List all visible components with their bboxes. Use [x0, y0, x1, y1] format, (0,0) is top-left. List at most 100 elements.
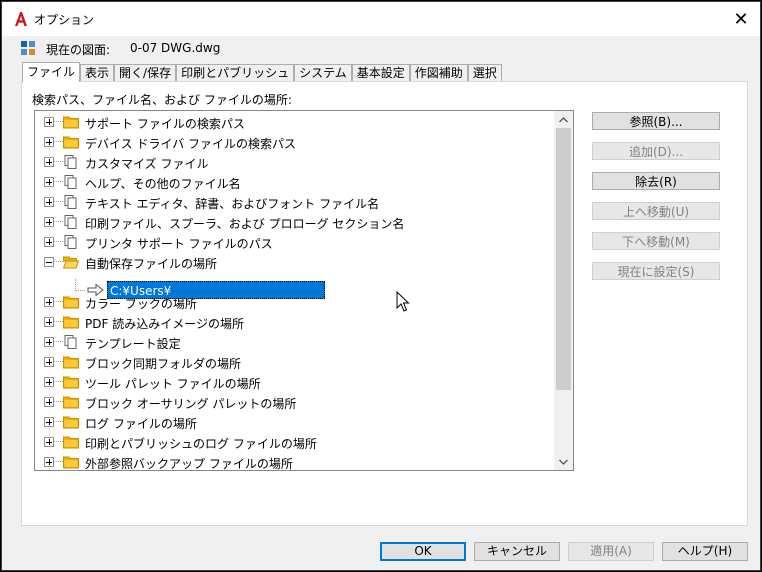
help-button[interactable]: ヘルプ(H): [662, 542, 748, 561]
folder-icon: [63, 375, 79, 389]
expand-toggle[interactable]: [44, 217, 54, 227]
cancel-button[interactable]: キャンセル: [474, 542, 560, 561]
tree-scrollbar[interactable]: [554, 111, 573, 470]
tree-item[interactable]: デバイス ドライバ ファイルの検索パス: [35, 132, 555, 152]
move-down-button[interactable]: 下へ移動(M): [592, 232, 720, 250]
folder-icon: [63, 135, 79, 149]
folder-icon: [63, 435, 79, 449]
tree-item[interactable]: ヘルプ、その他のファイル名: [35, 172, 555, 192]
tab-selection[interactable]: 選択: [467, 64, 502, 82]
expand-toggle[interactable]: [44, 137, 54, 147]
expand-toggle[interactable]: [44, 157, 54, 167]
expand-toggle[interactable]: [44, 437, 54, 447]
add-button[interactable]: 追加(D)...: [592, 142, 720, 160]
tab-display[interactable]: 表示: [80, 64, 115, 82]
tree-item[interactable]: PDF 読み込みイメージの場所: [35, 312, 555, 332]
file-stack-icon: [63, 215, 79, 229]
section-label: 検索パス、ファイル名、および ファイルの場所:: [32, 93, 292, 107]
files-tab-panel: 検索パス、ファイル名、および ファイルの場所: サポート ファイルの検索パスデバ…: [21, 81, 748, 526]
folder-icon: [63, 415, 79, 429]
expand-toggle[interactable]: [44, 237, 54, 247]
file-stack-icon: [63, 235, 79, 249]
tree-item[interactable]: ブロック オーサリング パレットの場所: [35, 392, 555, 412]
expand-toggle[interactable]: [44, 297, 54, 307]
expand-toggle[interactable]: [44, 197, 54, 207]
tree-item[interactable]: ツール パレット ファイルの場所: [35, 372, 555, 392]
tree-connector: [54, 381, 63, 382]
chevron-down-icon: [559, 459, 568, 465]
tree-item[interactable]: 印刷とパブリッシュのログ ファイルの場所: [35, 432, 555, 452]
current-drawing-label: 現在の図面:: [46, 43, 111, 57]
expand-toggle[interactable]: [44, 337, 54, 347]
remove-button[interactable]: 除去(R): [592, 172, 720, 190]
tree-connector: [54, 401, 63, 402]
tree-item[interactable]: 印刷ファイル、スプーラ、および プロローグ セクション名: [35, 212, 555, 232]
title-bar: オプション ✕: [2, 2, 760, 36]
move-up-button[interactable]: 上へ移動(U): [592, 202, 720, 220]
tree-item-label: 外部参照バックアップ ファイルの場所: [85, 457, 293, 471]
tab-drafting[interactable]: 作図補助: [409, 64, 468, 82]
tree-item-label: ブロック同期フォルダの場所: [85, 357, 242, 371]
tree-connector: [54, 201, 63, 202]
apply-button[interactable]: 適用(A): [568, 542, 654, 561]
expand-toggle[interactable]: [44, 117, 54, 127]
tree-item-label: 自動保存ファイルの場所: [85, 257, 218, 271]
tree-connector: [54, 141, 63, 142]
tree-item[interactable]: 自動保存ファイルの場所: [35, 252, 555, 272]
tree-connector: [54, 421, 63, 422]
tree-item-label: ヘルプ、その他のファイル名: [85, 177, 241, 191]
expand-toggle[interactable]: [44, 177, 54, 187]
current-drawing-value: 0-07 DWG.dwg: [130, 41, 221, 55]
tab-files[interactable]: ファイル: [22, 62, 81, 82]
tree-connector: [54, 321, 63, 322]
tree-item-label: サポート ファイルの検索パス: [85, 117, 245, 131]
expand-toggle[interactable]: [44, 397, 54, 407]
tree-connector: [54, 241, 63, 242]
expand-toggle[interactable]: [44, 417, 54, 427]
path-edit-field[interactable]: C:¥Users¥: [107, 281, 325, 299]
tree-connector: [54, 461, 63, 462]
tree-item-label: 印刷ファイル、スプーラ、および プロローグ セクション名: [85, 217, 405, 231]
scroll-down-button[interactable]: [554, 453, 573, 470]
tree-item-label: PDF 読み込みイメージの場所: [85, 317, 244, 331]
tree-item[interactable]: テキスト エディタ、辞書、およびフォント ファイル名: [35, 192, 555, 212]
tab-open-save[interactable]: 開く/保存: [114, 64, 177, 82]
tree-connector: [54, 121, 63, 122]
expand-toggle[interactable]: [44, 457, 54, 467]
tab-user-preferences[interactable]: 基本設定: [351, 64, 410, 82]
expand-toggle[interactable]: [44, 377, 54, 387]
search-path-tree[interactable]: サポート ファイルの検索パスデバイス ドライバ ファイルの検索パス カスタマイズ …: [34, 110, 574, 471]
tree-item[interactable]: ログ ファイルの場所: [35, 412, 555, 432]
tree-item-label: テンプレート設定: [85, 337, 181, 351]
folder-icon: [63, 315, 79, 329]
tree-connector: [54, 301, 63, 302]
close-button[interactable]: ✕: [724, 6, 758, 32]
file-stack-icon: [63, 175, 79, 189]
tree-item-label: デバイス ドライバ ファイルの検索パス: [85, 137, 297, 151]
tab-plot-publish[interactable]: 印刷とパブリッシュ: [176, 64, 295, 82]
browse-button[interactable]: 参照(B)...: [592, 112, 720, 130]
scroll-thumb[interactable]: [556, 128, 571, 390]
tab-system[interactable]: システム: [294, 64, 352, 82]
tree-item[interactable]: プリンタ サポート ファイルのパス: [35, 232, 555, 252]
tree-connector: [54, 261, 63, 262]
ok-button[interactable]: OK: [380, 542, 466, 561]
tree-item-label: テキスト エディタ、辞書、およびフォント ファイル名: [85, 197, 380, 211]
set-current-button[interactable]: 現在に設定(S): [592, 262, 720, 280]
options-dialog: オプション ✕ 現在の図面: 0-07 DWG.dwg ファイル 表示 開く/保…: [1, 1, 761, 571]
tree-item[interactable]: テンプレート設定: [35, 332, 555, 352]
tree-connector: [54, 361, 63, 362]
collapse-toggle[interactable]: [44, 257, 54, 267]
tree-item[interactable]: 外部参照バックアップ ファイルの場所: [35, 452, 555, 471]
expand-toggle[interactable]: [44, 317, 54, 327]
chevron-up-icon: [559, 116, 568, 122]
tree-item[interactable]: サポート ファイルの検索パス: [35, 112, 555, 132]
tree-item[interactable]: カスタマイズ ファイル: [35, 152, 555, 172]
tree-item-label: ログ ファイルの場所: [85, 417, 197, 431]
scroll-up-button[interactable]: [554, 111, 573, 128]
tree-connector: [54, 221, 63, 222]
drawing-file-icon: [21, 41, 35, 55]
expand-toggle[interactable]: [44, 357, 54, 367]
autocad-logo-icon: [15, 12, 27, 26]
tree-item[interactable]: ブロック同期フォルダの場所: [35, 352, 555, 372]
